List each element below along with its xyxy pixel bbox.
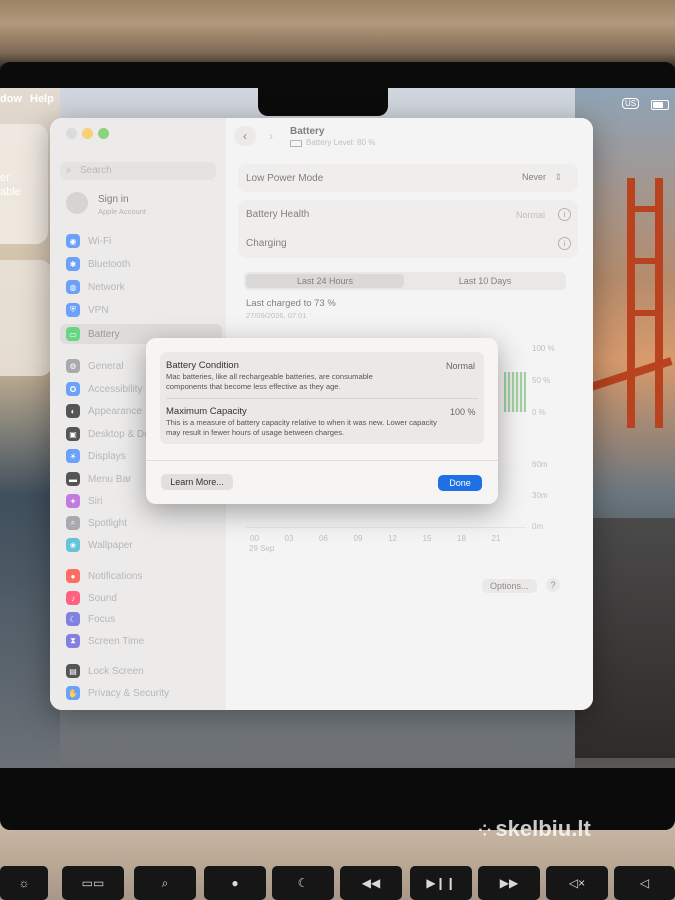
watermark-dots-icon: ⁘ [478, 823, 492, 840]
keyboard-function-row: ☼ ▭▭ ⌕ ● ☾ ◀◀ ▶❙❙ ▶▶ ◁× ◁ [0, 866, 675, 900]
fast-forward-key-icon[interactable]: ▶▶ [478, 866, 540, 900]
focus-key-icon[interactable]: ☾ [272, 866, 334, 900]
brightness-key-icon[interactable]: ☼ [0, 866, 48, 900]
max-capacity-value: 100 % [450, 407, 476, 417]
learn-more-button[interactable]: Learn More... [161, 474, 233, 490]
mute-key-icon[interactable]: ◁× [546, 866, 608, 900]
spotlight-key-icon[interactable]: ⌕ [134, 866, 196, 900]
max-capacity-desc: This is a measure of battery capacity re… [166, 418, 437, 437]
battery-condition-title: Battery Condition [166, 360, 239, 371]
mission-control-key-icon[interactable]: ▭▭ [62, 866, 124, 900]
sheet-divider [166, 398, 478, 399]
menu-window[interactable]: dow [0, 93, 22, 105]
sheet-info-group: Battery Condition Normal Mac batteries, … [160, 352, 484, 444]
volume-down-key-icon[interactable]: ◁ [614, 866, 675, 900]
menu-help[interactable]: Help [30, 93, 54, 105]
desk-background [0, 0, 675, 66]
camera-notch [258, 88, 388, 116]
battery-status-icon[interactable] [651, 100, 669, 110]
widget-top[interactable]: er able [0, 124, 48, 244]
battery-health-sheet: Battery Condition Normal Mac batteries, … [146, 338, 498, 504]
widget-text-1: er [0, 172, 10, 184]
widget-bottom[interactable] [0, 260, 52, 376]
play-pause-key-icon[interactable]: ▶❙❙ [410, 866, 472, 900]
dictation-key-icon[interactable]: ● [204, 866, 266, 900]
max-capacity-title: Maximum Capacity [166, 406, 247, 417]
widget-text-2: able [0, 186, 21, 198]
sheet-footer-divider [146, 460, 498, 461]
input-source-indicator[interactable]: US [622, 98, 640, 109]
battery-condition-value: Normal [446, 361, 476, 371]
watermark: ⁘ skelbiu.lt [478, 816, 591, 841]
battery-condition-desc: Mac batteries, like all rechargeable bat… [166, 372, 373, 391]
rewind-key-icon[interactable]: ◀◀ [340, 866, 402, 900]
done-button[interactable]: Done [438, 475, 482, 491]
